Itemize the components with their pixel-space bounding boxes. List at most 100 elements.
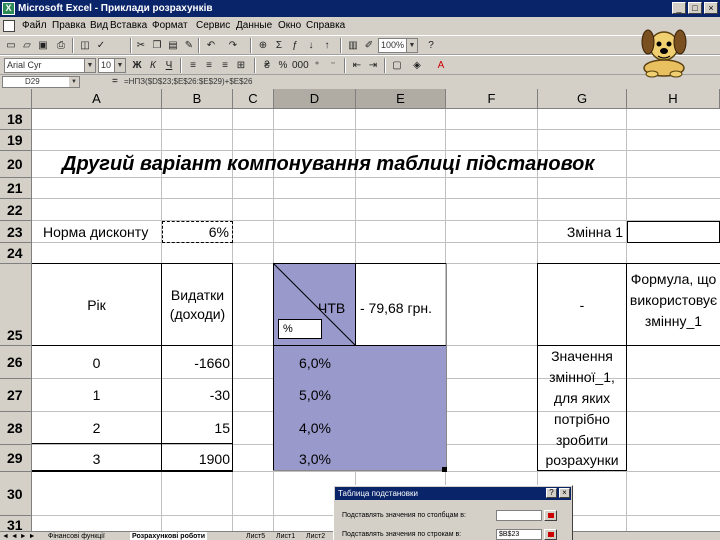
row-header-24[interactable]: 24 (0, 243, 32, 264)
equals-sign[interactable]: = (112, 75, 118, 89)
row-header-29[interactable]: 29 (0, 445, 32, 472)
amount-cell[interactable]: 1900 (162, 451, 230, 467)
open-icon[interactable]: ▱ (20, 39, 34, 52)
percent-icon[interactable]: % (276, 59, 290, 72)
menu-data[interactable]: Данные (236, 17, 272, 35)
chart-wizard-icon[interactable]: ▥ (346, 39, 360, 52)
align-right-icon[interactable]: ≡ (218, 59, 232, 72)
comma-style-icon[interactable]: 000 (292, 59, 309, 72)
column-input-field[interactable]: $B$23 (496, 529, 542, 540)
tab-nav-arrows[interactable]: ◄ ◄ ► ► (2, 532, 36, 540)
row-header-22[interactable]: 22 (0, 199, 32, 221)
menu-help[interactable]: Справка (306, 17, 345, 35)
menu-edit[interactable]: Правка (52, 17, 86, 35)
sort-desc-icon[interactable]: ↑ (320, 39, 334, 52)
column-header-d[interactable]: D (274, 89, 356, 109)
drawing-icon[interactable]: ✐ (362, 39, 376, 52)
spellcheck-icon[interactable]: ✓ (94, 39, 108, 52)
dialog-close-button[interactable]: × (559, 488, 570, 498)
row-header-21[interactable]: 21 (0, 178, 32, 199)
minimize-button[interactable]: _ (672, 2, 686, 14)
row-input-field[interactable] (496, 510, 542, 521)
rate-cell[interactable]: 5,0% (274, 387, 356, 403)
amount-cell[interactable]: -30 (162, 387, 230, 403)
currency-icon[interactable]: ₴ (260, 59, 274, 72)
autosum-icon[interactable]: Σ (272, 39, 286, 52)
tab-financial-functions[interactable]: Фінансові функції (48, 532, 105, 540)
row-header-28[interactable]: 28 (0, 412, 32, 445)
undo-icon[interactable]: ↶ (204, 39, 218, 52)
row-header-27[interactable]: 27 (0, 379, 32, 412)
row-range-picker-icon[interactable] (544, 510, 557, 521)
workbook-icon[interactable] (3, 20, 15, 32)
menu-tools[interactable]: Сервис (196, 17, 230, 35)
formula-input[interactable]: =НПЗ($D$23;$E$26:$E$29)+$E$26 (124, 75, 252, 89)
row-header-30[interactable]: 30 (0, 472, 32, 516)
underline-icon[interactable]: Ч (162, 59, 176, 72)
copy-icon[interactable]: ❐ (150, 39, 164, 52)
row-header-26[interactable]: 26 (0, 346, 32, 379)
year-cell[interactable]: 0 (32, 355, 161, 371)
column-header-h[interactable]: H (627, 89, 720, 109)
row-header-31[interactable]: 31 (0, 516, 32, 531)
row-header-25[interactable]: 25 (0, 264, 32, 346)
amount-cell[interactable]: -1660 (162, 355, 230, 371)
office-assistant-dog-icon[interactable] (628, 18, 700, 78)
column-range-picker-icon[interactable] (544, 529, 557, 540)
decrease-decimal-icon[interactable]: ⁻ (326, 59, 340, 72)
name-box[interactable]: D29 ▼ (2, 76, 80, 88)
italic-icon[interactable]: К (146, 59, 160, 72)
print-preview-icon[interactable]: ◫ (78, 39, 92, 52)
font-color-icon[interactable]: A (434, 59, 448, 72)
variable-input-cell[interactable] (627, 221, 720, 243)
restore-button[interactable]: □ (688, 2, 702, 14)
column-header-a[interactable]: A (32, 89, 162, 109)
help-icon[interactable]: ? (424, 39, 438, 52)
npv-value[interactable]: - 79,68 грн. (360, 300, 432, 316)
hyperlink-icon[interactable]: ⊕ (256, 39, 270, 52)
row-header-20[interactable]: 20 (0, 151, 32, 178)
font-size-select[interactable]: 10 ▼ (98, 58, 126, 73)
format-painter-icon[interactable]: ✎ (182, 39, 196, 52)
paste-icon[interactable]: ▤ (166, 39, 180, 52)
tab-calculation-works[interactable]: Розрахункові роботи (130, 532, 208, 540)
rate-cell[interactable]: 4,0% (274, 420, 356, 436)
sort-asc-icon[interactable]: ↓ (304, 39, 318, 52)
bold-icon[interactable]: Ж (130, 59, 144, 72)
tab-sheet5[interactable]: Лист5 (246, 532, 265, 540)
select-all-corner[interactable] (0, 89, 32, 109)
new-icon[interactable]: ▭ (4, 39, 18, 52)
column-header-b[interactable]: B (162, 89, 233, 109)
borders-icon[interactable]: ▢ (390, 59, 404, 72)
dialog-help-button[interactable]: ? (546, 488, 557, 498)
align-center-icon[interactable]: ≡ (202, 59, 216, 72)
tab-sheet1[interactable]: Лист1 (276, 532, 295, 540)
column-header-f[interactable]: F (446, 89, 538, 109)
increase-indent-icon[interactable]: ⇥ (366, 59, 380, 72)
column-header-g[interactable]: G (538, 89, 627, 109)
year-cell[interactable]: 3 (32, 451, 161, 467)
year-cell[interactable]: 2 (32, 420, 161, 436)
save-icon[interactable]: ▣ (36, 39, 50, 52)
menu-file[interactable]: Файл (22, 17, 47, 35)
menu-insert[interactable]: Вставка (110, 17, 147, 35)
year-cell[interactable]: 1 (32, 387, 161, 403)
fill-color-icon[interactable]: ◈ (410, 59, 424, 72)
rate-cell[interactable]: 3,0% (274, 451, 356, 467)
font-select[interactable]: Arial Cyr ▼ (4, 58, 96, 73)
row-header-18[interactable]: 18 (0, 109, 32, 130)
amount-cell[interactable]: 15 (162, 420, 230, 436)
rate-cell[interactable]: 6,0% (274, 355, 356, 371)
close-button[interactable]: × (704, 2, 718, 14)
tab-sheet2[interactable]: Лист2 (306, 532, 325, 540)
menu-view[interactable]: Вид (90, 17, 108, 35)
align-left-icon[interactable]: ≡ (186, 59, 200, 72)
column-header-e[interactable]: E (356, 89, 446, 109)
menu-format[interactable]: Формат (152, 17, 188, 35)
decrease-indent-icon[interactable]: ⇤ (350, 59, 364, 72)
merge-center-icon[interactable]: ⊞ (234, 59, 248, 72)
cut-icon[interactable]: ✂ (134, 39, 148, 52)
redo-icon[interactable]: ↷ (226, 39, 240, 52)
row-header-23[interactable]: 23 (0, 221, 32, 243)
print-icon[interactable]: ⎙ (54, 39, 68, 52)
